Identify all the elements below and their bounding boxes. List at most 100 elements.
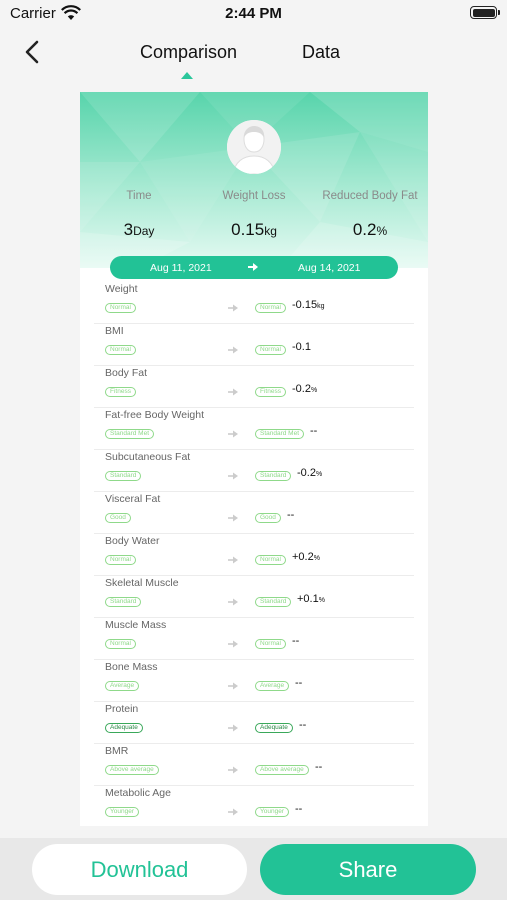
status-badge-before: Fitness <box>105 387 136 397</box>
metric-change: -- <box>299 719 307 731</box>
share-button[interactable]: Share <box>260 844 476 895</box>
metric-change: -- <box>295 803 303 815</box>
status-badge-before: Average <box>105 681 140 691</box>
arrow-right-icon <box>228 388 238 396</box>
status-badge-after: Standard <box>255 597 292 607</box>
status-badge-after: Normal <box>255 303 286 313</box>
metric-row: Body Water Normal Normal +0.2% <box>94 534 414 576</box>
arrow-right-icon <box>228 598 238 606</box>
metric-change: -- <box>315 761 323 773</box>
download-button[interactable]: Download <box>32 844 247 895</box>
status-badge-before: Standard Met <box>105 429 155 439</box>
status-badge-before: Standard <box>105 597 142 607</box>
status-bar: Carrier 2:44 PM <box>0 0 507 28</box>
metric-row: Bone Mass Average Average -- <box>94 660 414 702</box>
weight-loss-label: Weight Loss <box>222 190 286 202</box>
tab-indicator <box>181 72 193 79</box>
status-badge-before: Normal <box>105 555 136 565</box>
action-bar: Download Share <box>0 838 507 900</box>
metric-name: Visceral Fat <box>105 493 161 505</box>
status-badge-before: Good <box>105 513 131 523</box>
arrow-right-icon <box>228 766 238 774</box>
summary-header: Time Weight Loss Reduced Body Fat 3Day 0… <box>80 92 428 268</box>
status-badge-before: Normal <box>105 345 136 355</box>
metric-row: Weight Normal Normal -0.15kg <box>94 282 414 324</box>
battery-icon <box>470 6 500 19</box>
time-label: Time <box>126 190 152 202</box>
metric-change: -0.1 <box>292 341 311 353</box>
weight-loss-value: 0.15kg <box>231 220 277 239</box>
status-badge-after: Standard Met <box>255 429 305 439</box>
status-badge-after: Younger <box>255 807 289 817</box>
arrow-right-icon <box>248 263 258 271</box>
nav-bar: Comparison Data <box>0 28 507 84</box>
arrow-right-icon <box>228 724 238 732</box>
metric-change: -0.15kg <box>292 299 325 311</box>
metric-change: -- <box>292 635 300 647</box>
reduced-fat-label: Reduced Body Fat <box>322 190 418 202</box>
status-badge-after: Standard <box>255 471 292 481</box>
back-button[interactable] <box>22 40 44 64</box>
tab-comparison[interactable]: Comparison <box>140 42 237 63</box>
status-badge-before: Younger <box>105 807 139 817</box>
metric-row: Subcutaneous Fat Standard Standard -0.2% <box>94 450 414 492</box>
status-badge-after: Adequate <box>255 723 293 733</box>
metric-name: Fat-free Body Weight <box>105 409 205 421</box>
status-badge-before: Normal <box>105 639 136 649</box>
chevron-left-icon <box>25 40 39 64</box>
arrow-right-icon <box>228 556 238 564</box>
metric-change: -- <box>287 509 295 521</box>
metric-row: Protein Adequate Adequate -- <box>94 702 414 744</box>
metric-change: -- <box>295 677 303 689</box>
metric-change: +0.2% <box>292 551 320 563</box>
tab-data[interactable]: Data <box>302 42 340 63</box>
end-date: Aug 14, 2021 <box>298 262 361 274</box>
status-badge-before: Normal <box>105 303 136 313</box>
status-badge-before: Above average <box>105 765 159 775</box>
status-badge-after: Normal <box>255 639 286 649</box>
status-badge-after: Normal <box>255 345 286 355</box>
date-range: Aug 11, 2021 Aug 14, 2021 <box>110 256 398 279</box>
status-badge-after: Normal <box>255 555 286 565</box>
user-avatar-icon <box>227 120 281 174</box>
metric-name: Metabolic Age <box>105 787 171 799</box>
metric-name: BMI <box>105 325 124 337</box>
status-badge-before: Adequate <box>105 723 143 733</box>
status-badge-after: Good <box>255 513 281 523</box>
metric-row: Muscle Mass Normal Normal -- <box>94 618 414 660</box>
background-pattern <box>80 92 428 268</box>
status-badge-before: Standard <box>105 471 142 481</box>
metric-name: Subcutaneous Fat <box>105 451 191 463</box>
arrow-right-icon <box>228 682 238 690</box>
metric-row: BMI Normal Normal -0.1 <box>94 324 414 366</box>
arrow-right-icon <box>228 808 238 816</box>
metric-row: Body Fat Fitness Fitness -0.2% <box>94 366 414 408</box>
arrow-right-icon <box>228 472 238 480</box>
clock: 2:44 PM <box>225 5 282 22</box>
status-badge-after: Fitness <box>255 387 286 397</box>
metric-change: -0.2% <box>297 467 323 479</box>
comparison-card: Time Weight Loss Reduced Body Fat 3Day 0… <box>80 92 428 826</box>
metric-name: BMR <box>105 745 129 757</box>
status-badge-after: Above average <box>255 765 309 775</box>
metric-change: -- <box>310 425 318 437</box>
metric-row: Visceral Fat Good Good -- <box>94 492 414 534</box>
arrow-right-icon <box>228 346 238 354</box>
avatar <box>227 120 281 174</box>
metric-name: Protein <box>105 703 139 715</box>
metric-name: Skeletal Muscle <box>105 577 179 589</box>
start-date: Aug 11, 2021 <box>150 262 212 274</box>
metric-name: Bone Mass <box>105 661 158 673</box>
metric-name: Body Fat <box>105 367 148 379</box>
arrow-right-icon <box>228 640 238 648</box>
arrow-right-icon <box>228 430 238 438</box>
reduced-fat-value: 0.2% <box>352 220 388 239</box>
metric-row: Skeletal Muscle Standard Standard +0.1% <box>94 576 414 618</box>
metric-change: +0.1% <box>297 593 325 605</box>
metric-name: Muscle Mass <box>105 619 167 631</box>
arrow-right-icon <box>228 514 238 522</box>
metrics-list: Weight Normal Normal -0.15kg BMI Normal Normal… <box>94 282 414 826</box>
metric-row: Metabolic Age Younger Younger -- <box>94 786 414 826</box>
metric-name: Body Water <box>105 535 160 547</box>
time-value: 3Day <box>123 220 155 239</box>
